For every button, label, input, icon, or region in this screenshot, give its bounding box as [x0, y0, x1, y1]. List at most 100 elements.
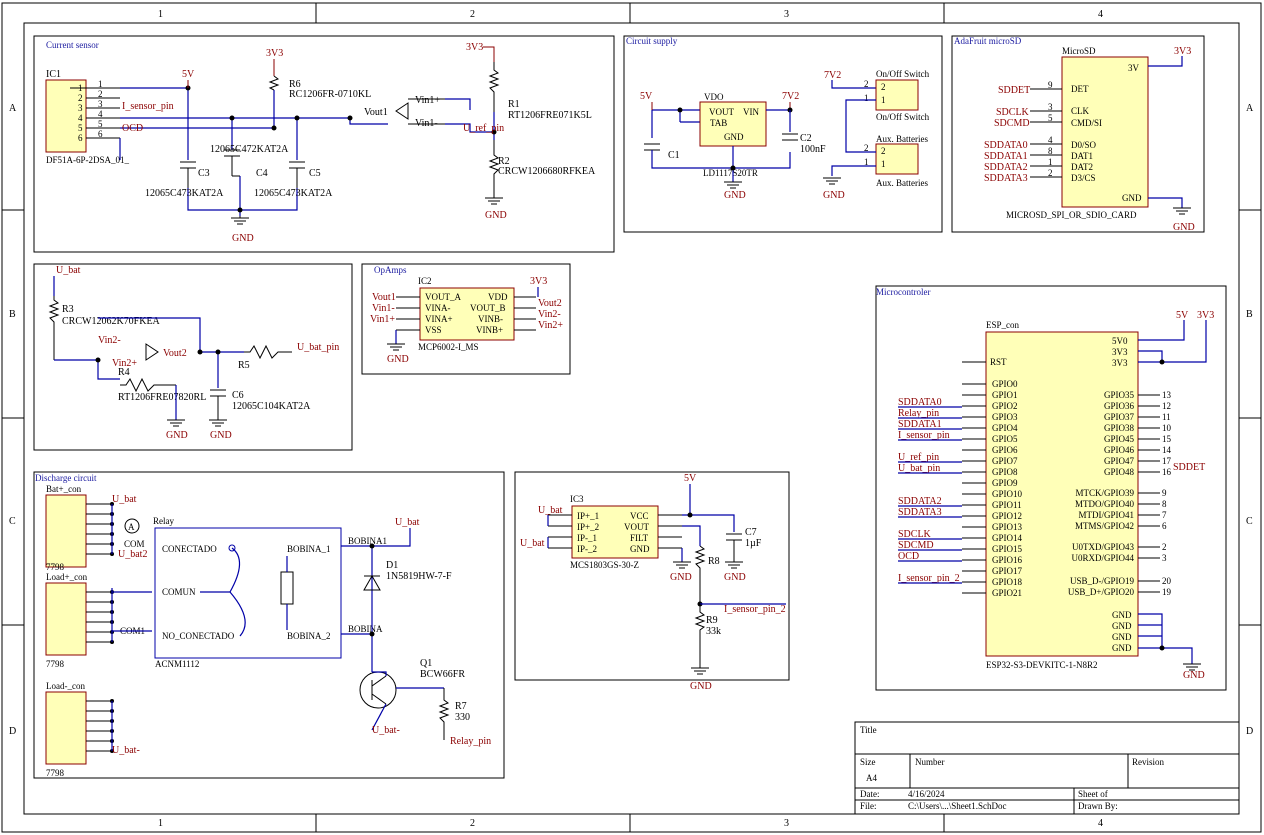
- ic2-vout-a: VOUT_A: [425, 292, 461, 302]
- com-label: COM: [124, 539, 145, 549]
- discharge-title: Discharge circuit: [35, 473, 97, 483]
- load-plus-label: Load+_con: [46, 572, 88, 582]
- net-vin2m-ic2: Vin2-: [538, 309, 561, 320]
- esp-right-pin: 14: [1162, 445, 1172, 455]
- microsd-clk: CLK: [1071, 106, 1090, 116]
- ic2-part: MCP6002-I_MS: [418, 342, 479, 352]
- esp-right-gpio: MTMS/GPIO42: [1075, 521, 1134, 531]
- gnd-c6: GND: [210, 430, 232, 441]
- zone-row-d-right: D: [1246, 726, 1253, 737]
- sw-pin-2: 2: [864, 79, 869, 89]
- relay-part: ACNM1112: [155, 659, 199, 669]
- current-sensor-title: Current sensor: [46, 40, 99, 50]
- vout1-label: Vout1: [364, 107, 388, 118]
- net-sddet-esp: SDDET: [1173, 462, 1205, 473]
- ic1-pin-1-left: 1: [78, 83, 83, 93]
- r8-label: R8: [708, 556, 720, 567]
- esp-right-gpio: MTCK/GPIO39: [1075, 488, 1134, 498]
- esp-left-gpio: GPIO14: [992, 533, 1023, 543]
- microsd-pin-d1: 8: [1048, 146, 1053, 156]
- esp-left-gpio: GPIO5: [992, 434, 1018, 444]
- zone-row-c-right: C: [1246, 516, 1253, 527]
- esp-right-gpio: GPIO45: [1104, 434, 1135, 444]
- esp-left-gpio: GPIO13: [992, 522, 1023, 532]
- microsd-d0: D0/SO: [1071, 140, 1097, 150]
- ic3-gnd: GND: [630, 544, 650, 554]
- esp-left-gpio: GPIO21: [992, 588, 1022, 598]
- esp-right-gpio: MTDO/GPIO40: [1075, 499, 1135, 509]
- net-vin1m-ic2: Vin1-: [372, 303, 395, 314]
- esp-3v3-a: 3V3: [1112, 347, 1128, 357]
- sw-pin-1: 1: [864, 93, 869, 103]
- ic1-pin-6-left: 6: [78, 133, 83, 143]
- net-u-bat-ic3-b: U_bat: [520, 538, 545, 549]
- esp-left-gpio: GPIO4: [992, 423, 1018, 433]
- ic1-pin-4: 4: [98, 109, 103, 119]
- zone-col-3-top: 3: [784, 9, 789, 20]
- vin1p-label: Vin1+: [415, 95, 440, 106]
- net-vin1p-ic2: Vin1+: [370, 314, 395, 325]
- esp-left-net: U_ref_pin: [898, 452, 939, 463]
- net-sddet: SDDET: [998, 85, 1030, 96]
- esp-right-pin: 20: [1162, 576, 1172, 586]
- ic2-vss: VSS: [425, 325, 442, 335]
- net-u-bat-relay: U_bat: [395, 517, 420, 528]
- esp-right-pin: 10: [1162, 423, 1172, 433]
- esp-left-net: SDDATA1: [898, 419, 942, 430]
- gnd-ic2: GND: [387, 354, 409, 365]
- esp-left-gpio: GPIO8: [992, 467, 1018, 477]
- gnd-aux: GND: [823, 190, 845, 201]
- ic2-vinb-p: VINB+: [476, 325, 503, 335]
- esp-left-net: SDCLK: [898, 529, 932, 540]
- esp-gnd-1: GND: [1112, 610, 1132, 620]
- zone-col-3-bottom: 3: [784, 818, 789, 829]
- esp-right-pin: 12: [1162, 401, 1171, 411]
- esp-left-gpio: GPIO10: [992, 489, 1023, 499]
- microsd-d3: D3/CS: [1071, 173, 1096, 183]
- esp-left-net: I_sensor_pin: [898, 430, 950, 441]
- esp-right-gpio: GPIO35: [1104, 390, 1135, 400]
- net-ocd: OCD: [122, 123, 143, 134]
- ic1-pin-2-left: 2: [78, 93, 83, 103]
- esp-right-gpio: USB_D+/GPIO20: [1068, 587, 1135, 597]
- ic2-vdd: VDD: [488, 292, 508, 302]
- microsd-d2: DAT2: [1071, 162, 1093, 172]
- net-u-bat-pin: U_bat_pin: [297, 342, 339, 353]
- load-minus-part: 7798: [46, 768, 65, 778]
- net-3v3-microsd: 3V3: [1174, 46, 1191, 57]
- c2-value: 100nF: [800, 144, 826, 155]
- esp-left-net: Relay_pin: [898, 408, 939, 419]
- d1-part: 1N5819HW-7-F: [386, 571, 452, 582]
- c4-part: 12065C472KAT2A: [210, 144, 289, 155]
- microsd-pin-d2: 1: [1048, 157, 1053, 167]
- ic2-vout-b: VOUT_B: [470, 303, 506, 313]
- tb-revision: Revision: [1132, 757, 1165, 767]
- esp-title: ESP_con: [986, 320, 1020, 330]
- zone-row-a-right: A: [1246, 103, 1254, 114]
- microsd-block-title: AdaFruit microSD: [954, 36, 1022, 46]
- relay-comun: COMUN: [162, 587, 196, 597]
- tb-file: File:: [860, 801, 877, 811]
- relay-conectado: CONECTADO: [162, 544, 217, 554]
- esp-left-gpio: GPIO6: [992, 445, 1018, 455]
- vin-pin-label: VIN: [743, 107, 759, 117]
- esp-right-pin: 17: [1162, 456, 1172, 466]
- esp-right-pin: 15: [1162, 434, 1172, 444]
- net-i-sensor-2: I_sensor_pin_2: [724, 604, 786, 615]
- esp-left-gpio: GPIO12: [992, 511, 1022, 521]
- net-vin2m: Vin2-: [98, 335, 121, 346]
- esp-left-gpio: GPIO2: [992, 401, 1018, 411]
- net-sddata1: SDDATA1: [984, 151, 1028, 162]
- gnd-current-sensor: GND: [232, 233, 254, 244]
- title-block: Title Size A4 Number Revision Date: 4/16…: [854, 721, 1240, 815]
- c5-label: C5: [309, 168, 321, 179]
- microsd-pin-d0: 4: [1048, 135, 1053, 145]
- esp-left-net: SDCMD: [898, 540, 934, 551]
- ic3-block: IC3 IP+_1 IP+_2 IP-_1 IP-_2 VCC VOUT FIL…: [514, 471, 790, 692]
- tb-date: Date:: [860, 789, 880, 799]
- esp-left-gpio: GPIO1: [992, 390, 1018, 400]
- zone-row-d-left: D: [9, 726, 16, 737]
- gnd-esp: GND: [1183, 670, 1205, 681]
- gnd-c7: GND: [724, 572, 746, 583]
- aux-inner-1: 1: [881, 159, 886, 169]
